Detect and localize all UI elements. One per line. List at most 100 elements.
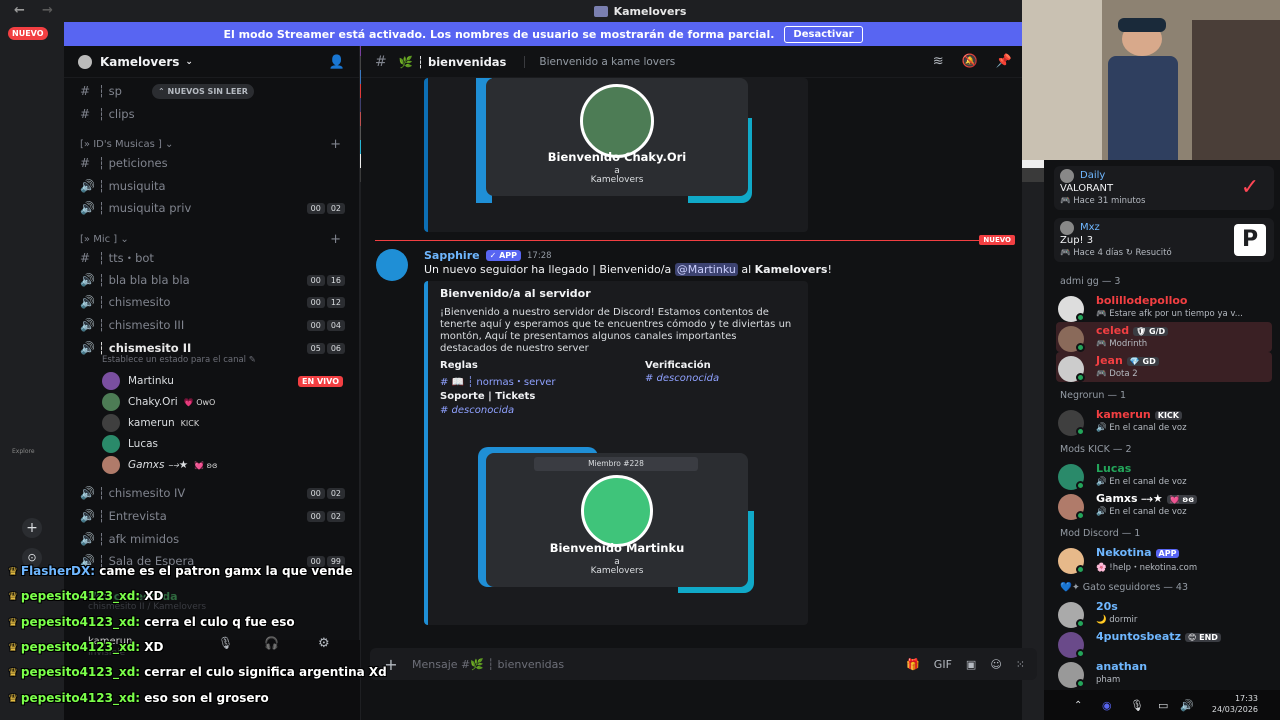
mic-icon[interactable]: 🎙 <box>218 636 233 650</box>
clock[interactable]: 17:33 24/03/2026 <box>1212 693 1258 715</box>
member-item[interactable]: 4puntosbeatz 😊 END <box>1056 628 1272 658</box>
member-status: 🔊 En el canal de voz <box>1096 477 1187 487</box>
voice-user[interactable]: Gamxs ⤍★ 💓 ʚɞ <box>102 455 345 475</box>
user-limit-counter: 05 06 <box>306 342 345 354</box>
server-header[interactable]: Kamelovers ⌄ 👤 <box>64 46 359 78</box>
voice-channel-icon: 🔊 <box>80 179 95 193</box>
gif-icon[interactable]: GIF <box>934 658 952 671</box>
window-title: Kamelovers <box>613 4 687 18</box>
avatar <box>102 414 120 432</box>
channel-item[interactable]: # ┆ peticiones <box>80 153 345 173</box>
channel-item[interactable]: 🔊 ┆ musiquita priv 00 02 <box>80 198 345 218</box>
channel-item[interactable]: # ┆ clips <box>80 104 345 124</box>
activity-meta: 🎮 Hace 4 días ↻ Resucitó <box>1060 248 1172 258</box>
channel-item[interactable]: 🔊 ┆ chismesito III 00 04 <box>80 315 345 335</box>
voice-user[interactable]: kamerun KICK <box>102 413 345 433</box>
member-tag: KICK <box>1154 411 1182 420</box>
volume-icon[interactable]: 🔊 <box>1180 699 1194 712</box>
threads-icon[interactable]: ≋ <box>933 54 944 69</box>
headset-icon[interactable]: 🎧 <box>264 636 279 650</box>
channel-item[interactable]: 🔊 ┆ bla bla bla bla 00 16 <box>80 270 345 290</box>
pin-icon[interactable]: 📌 <box>996 54 1012 69</box>
forward-arrow-icon[interactable]: → <box>42 3 53 18</box>
member-status: 🔊 En el canal de voz <box>1096 507 1187 517</box>
voice-channel-icon: 🔊 <box>80 486 95 500</box>
activity-card[interactable]: Daily VALORANT 🎮 Hace 31 minutos ✓ <box>1054 166 1274 210</box>
member-item[interactable]: 20s 🌙 dormir <box>1056 598 1272 628</box>
voice-user[interactable]: Lucas <box>102 434 345 454</box>
member-item[interactable]: anathan pham <box>1056 658 1272 688</box>
member-tag: 😊 END <box>1184 633 1221 642</box>
user-tag: 💓 ʚɞ <box>194 460 218 470</box>
channel-item[interactable]: 🔊 ┆ musiquita <box>80 176 345 196</box>
member-item[interactable]: Lucas 🔊 En el canal de voz <box>1056 460 1272 490</box>
activity-card[interactable]: Mxz Zup! 3 🎮 Hace 4 días ↻ Resucitó P <box>1054 218 1274 262</box>
crown-icon: ♛ <box>8 590 18 604</box>
server-icon <box>593 5 608 17</box>
monitor-icon[interactable]: ▭ <box>1158 699 1168 712</box>
welcome-image: Miembro #228 Bienvenido Martinku a Kamel… <box>486 453 748 587</box>
channel-name: ┆ musiquita priv <box>98 201 192 215</box>
new-unread-pill[interactable]: ⌃ NUEVOS SIN LEER <box>152 84 254 99</box>
add-server-icon[interactable]: + <box>22 518 42 538</box>
chat-header: # 🌿 ┆ bienvenidas Bienvenido a kame love… <box>361 46 1022 78</box>
chat-message: came es el patron gamx la que vende <box>95 564 353 578</box>
back-arrow-icon[interactable]: ← <box>14 3 25 18</box>
embed-field-link[interactable]: # desconocida <box>440 405 514 416</box>
discord-tray-icon[interactable]: ◉ <box>1102 699 1112 712</box>
online-status-icon <box>1076 313 1085 322</box>
member-item[interactable]: Nekotina APP 🌸 !help・nekotina.com <box>1056 544 1272 574</box>
message-input[interactable]: + Mensaje #🌿 ┆ bienvenidas 🎁 GIF ▣ ☺ ⁙ <box>370 648 1037 680</box>
message-author[interactable]: Sapphire <box>424 249 480 262</box>
gift-icon[interactable]: 🎁 <box>906 658 920 671</box>
invite-people-icon[interactable]: 👤 <box>329 55 345 70</box>
member-item[interactable]: Jean 💎 GD 🎮 Dota 2 <box>1056 352 1272 382</box>
embed-field-link[interactable]: # 📖 ┆ normas・server <box>440 373 556 388</box>
user-mention[interactable]: @Martinku <box>674 263 738 276</box>
voice-channel-icon: 🔊 <box>80 201 95 215</box>
channel-name: ┆ musiquita <box>98 179 166 193</box>
channel-item[interactable]: 🔊 ┆ chismesito IV 00 02 <box>80 483 345 503</box>
member-item[interactable]: Gamxs ⤍★ 💓 ʚɞ 🔊 En el canal de voz <box>1056 490 1272 520</box>
crown-icon: ♛ <box>8 640 18 654</box>
voice-channel-icon: 🔊 <box>80 295 95 309</box>
voice-user-name: Lucas <box>128 438 158 450</box>
member-item[interactable]: bolillodepolloo 🎮 Estare afk por un tiemp… <box>1056 292 1272 322</box>
server-logo-icon <box>78 54 92 69</box>
member-status: 🎮 Dota 2 <box>1096 369 1138 379</box>
welcome-sub: Kamelovers <box>590 175 644 185</box>
chevron-up-icon[interactable]: ⌃ <box>1074 700 1082 711</box>
welcome-title: Bienvenido Martinku <box>549 541 685 555</box>
author-avatar[interactable] <box>376 249 408 281</box>
mic-tray-icon[interactable]: 🎙 <box>1130 699 1144 712</box>
member-item[interactable]: kamerun KICK 🔊 En el canal de voz <box>1056 406 1272 436</box>
voice-user[interactable]: Chaky.Ori 💗 OwO <box>102 392 345 412</box>
category-header[interactable]: [» ID's Musicas ] ⌄ + <box>80 134 345 154</box>
mute-bell-icon[interactable]: 🔕 <box>962 54 978 69</box>
sticker-icon[interactable]: ▣ <box>966 658 976 671</box>
activity-user: Daily <box>1080 170 1106 181</box>
embed-field-link[interactable]: # desconocida <box>645 373 719 384</box>
channel-item[interactable]: # ┆ tts・bot <box>80 248 345 268</box>
channel-item[interactable]: 🔊 ┆ afk mimidos <box>80 529 345 549</box>
member-tag: 💎 GD <box>1126 357 1159 366</box>
settings-gear-icon[interactable]: ⚙ <box>318 636 330 651</box>
channel-item[interactable]: 🔊 ┆ Entrevista 00 02 <box>80 506 345 526</box>
user-limit-counter: 00 16 <box>306 274 345 286</box>
emoji-icon[interactable]: ☺ <box>990 658 1001 671</box>
channel-status-prompt[interactable]: Establece un estado para el canal ✎ <box>102 355 256 365</box>
add-channel-icon[interactable]: + <box>330 137 341 152</box>
avatar <box>1060 221 1074 235</box>
category-header[interactable]: [» Mic ] ⌄ + <box>80 229 345 249</box>
member-item[interactable]: celed 🛡 G/D 🎮 Modrinth <box>1056 322 1272 352</box>
add-channel-icon[interactable]: + <box>330 232 341 247</box>
chat-message: XD <box>140 639 164 654</box>
online-status-icon <box>1076 679 1085 688</box>
channel-name: ┆ peticiones <box>98 156 168 170</box>
member-status: 🌸 !help・nekotina.com <box>1096 563 1198 573</box>
apps-icon[interactable]: ⁙ <box>1016 658 1025 671</box>
message-input-placeholder: Mensaje #🌿 ┆ bienvenidas <box>412 657 565 671</box>
voice-user[interactable]: Martinku EN VIVO <box>102 371 345 391</box>
channel-item[interactable]: 🔊 ┆ chismesito 00 12 <box>80 292 345 312</box>
disable-streamer-button[interactable]: Desactivar <box>784 25 863 43</box>
